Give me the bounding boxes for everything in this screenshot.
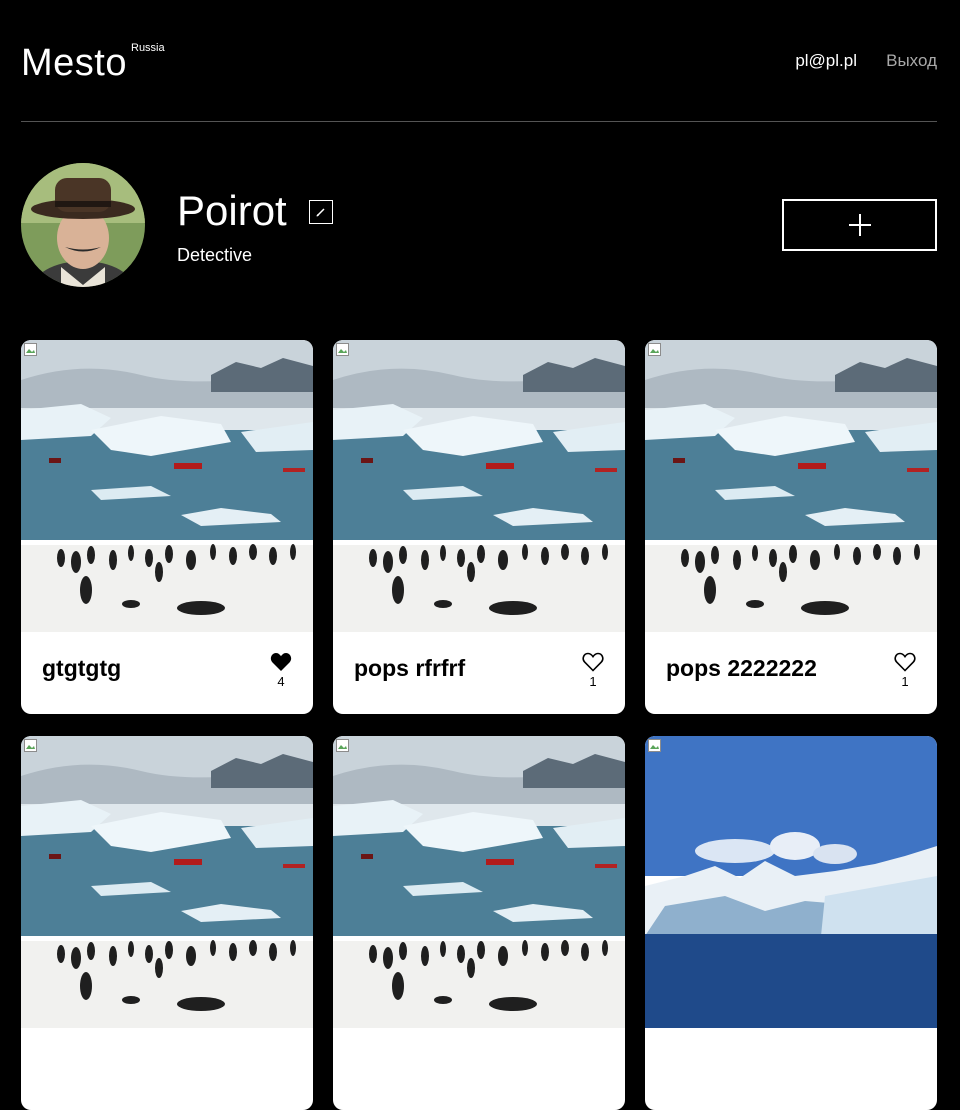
broken-image-icon <box>648 739 661 752</box>
card-title: pops rfrfrf <box>354 655 466 681</box>
edit-profile-button[interactable] <box>309 200 333 224</box>
card: pops rfrfrf 1 <box>333 340 625 714</box>
heart-outline-icon <box>582 652 604 672</box>
card-image[interactable] <box>333 340 625 632</box>
like-count: 4 <box>277 674 285 689</box>
card-image[interactable] <box>645 340 937 632</box>
broken-image-icon <box>336 739 349 752</box>
card-title: gtgtgtg <box>42 655 122 681</box>
cards-grid: gtgtgtg 4 pops rfrfrf 1 pops 2222222 1 <box>21 340 937 1110</box>
logo-region: Russia <box>131 42 165 54</box>
pencil-icon <box>316 208 325 217</box>
profile-name: Poirot <box>177 187 287 234</box>
add-card-button[interactable] <box>782 199 937 251</box>
card <box>333 736 625 1110</box>
profile-about: Detective <box>177 245 253 265</box>
like-button[interactable]: 1 <box>892 652 918 689</box>
like-button[interactable]: 1 <box>580 652 606 689</box>
card <box>645 736 937 1110</box>
user-email: pl@pl.pl <box>795 51 857 70</box>
card-image[interactable] <box>21 736 313 1028</box>
heart-outline-icon <box>894 652 916 672</box>
header: Mesto Russia pl@pl.pl Выход <box>21 0 937 122</box>
broken-image-icon <box>24 343 37 356</box>
broken-image-icon <box>336 343 349 356</box>
heart-filled-icon <box>270 653 292 671</box>
like-button[interactable]: 4 <box>268 652 294 689</box>
card-title: pops 2222222 <box>666 655 817 681</box>
logout-link[interactable]: Выход <box>886 51 937 71</box>
broken-image-icon <box>648 343 661 356</box>
profile: Poirot Detective <box>21 163 937 287</box>
card: pops 2222222 1 <box>645 340 937 714</box>
card-image[interactable] <box>21 340 313 632</box>
like-count: 1 <box>901 674 909 689</box>
logo[interactable]: Mesto <box>21 42 127 85</box>
avatar[interactable] <box>21 163 145 287</box>
like-count: 1 <box>589 674 597 689</box>
plus-icon <box>848 214 871 236</box>
card <box>21 736 313 1110</box>
card-image[interactable] <box>333 736 625 1028</box>
card-image[interactable] <box>645 736 937 1028</box>
broken-image-icon <box>24 739 37 752</box>
card: gtgtgtg 4 <box>21 340 313 714</box>
